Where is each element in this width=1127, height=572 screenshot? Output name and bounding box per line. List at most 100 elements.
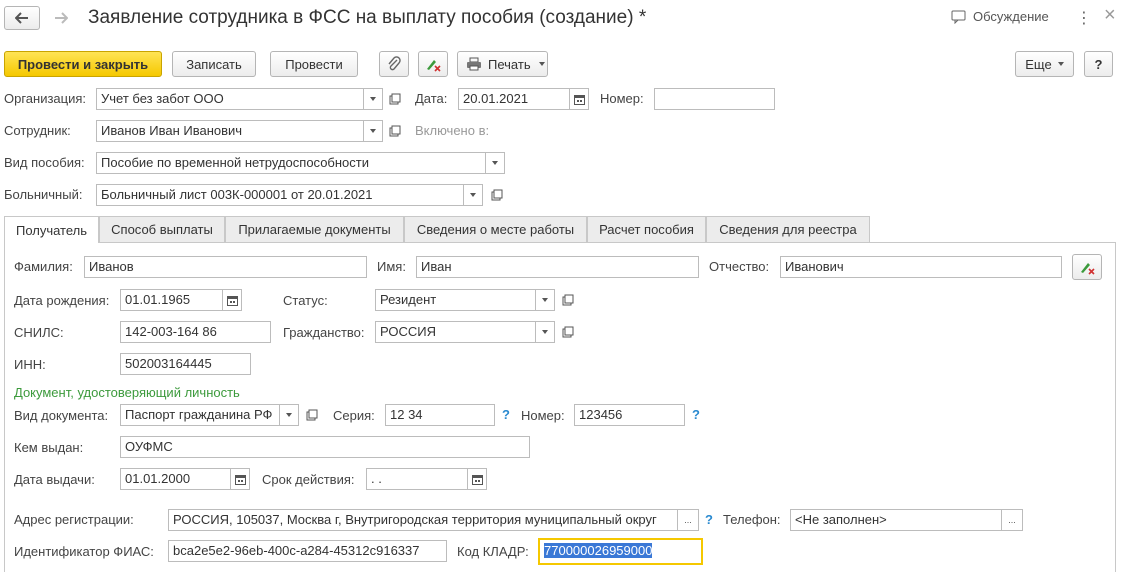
calendar-icon[interactable] xyxy=(467,468,487,490)
document-type-field[interactable]: Паспорт гражданина РФ xyxy=(120,404,280,426)
employee-label: Сотрудник: xyxy=(4,123,71,138)
phone-label: Телефон: xyxy=(723,512,781,527)
organization-dropdown-icon[interactable] xyxy=(363,88,383,110)
date-field[interactable]: 20.01.2021 xyxy=(458,88,570,110)
post-button[interactable]: Провести xyxy=(270,51,358,77)
employee-dropdown-icon[interactable] xyxy=(363,120,383,142)
pencil-clear-icon xyxy=(1081,263,1095,275)
status-label: Статус: xyxy=(283,293,328,308)
more-label: Еще xyxy=(1025,56,1052,72)
chevron-down-icon xyxy=(1057,62,1064,66)
first-name-field[interactable]: Иван xyxy=(416,256,699,278)
inn-field[interactable]: 502003164445 xyxy=(120,353,251,375)
citizenship-field[interactable]: РОССИЯ xyxy=(375,321,536,343)
series-help-icon[interactable]: ? xyxy=(502,407,510,422)
more-menu-icon[interactable]: ⋮ xyxy=(1076,8,1092,28)
patronymic-label: Отчество: xyxy=(709,259,770,274)
document-type-label: Вид документа: xyxy=(14,408,109,423)
sick-leave-label: Больничный: xyxy=(4,187,83,202)
arrow-left-icon xyxy=(15,12,28,24)
document-type-open-icon[interactable] xyxy=(303,404,321,426)
issued-by-label: Кем выдан: xyxy=(14,440,84,455)
validity-field[interactable]: . . xyxy=(366,468,468,490)
included-in-label: Включено в: xyxy=(415,123,490,138)
clear-edit-button[interactable] xyxy=(418,51,448,77)
status-open-icon[interactable] xyxy=(559,289,577,311)
document-type-dropdown-icon[interactable] xyxy=(279,404,299,426)
address-select-button[interactable]: ... xyxy=(677,509,699,531)
attach-button[interactable] xyxy=(379,51,409,77)
status-field[interactable]: Резидент xyxy=(375,289,536,311)
employee-field[interactable]: Иванов Иван Иванович xyxy=(96,120,364,142)
calendar-icon[interactable] xyxy=(569,88,589,110)
organization-open-icon[interactable] xyxy=(386,88,404,110)
back-button[interactable] xyxy=(4,6,40,30)
more-button[interactable]: Еще xyxy=(1015,51,1074,77)
fias-label: Идентификатор ФИАС: xyxy=(14,544,154,559)
tab-payment-method[interactable]: Способ выплаты xyxy=(99,216,225,242)
id-document-section-header: Документ, удостоверяющий личность xyxy=(14,385,240,400)
first-name-label: Имя: xyxy=(377,259,406,274)
calendar-icon[interactable] xyxy=(222,289,242,311)
issue-date-field[interactable]: 01.01.2000 xyxy=(120,468,231,490)
issued-by-field[interactable]: ОУФМС xyxy=(120,436,530,458)
snils-label: СНИЛС: xyxy=(14,325,64,340)
sick-leave-open-icon[interactable] xyxy=(488,184,506,206)
organization-label: Организация: xyxy=(4,91,87,106)
print-label: Печать xyxy=(488,56,531,72)
patronymic-field[interactable]: Иванович xyxy=(780,256,1062,278)
help-button[interactable]: ? xyxy=(1084,51,1113,77)
tab-workplace-info[interactable]: Сведения о месте работы xyxy=(404,216,587,242)
discussion-label: Обсуждение xyxy=(973,9,1049,24)
paperclip-icon xyxy=(388,56,401,71)
citizenship-label: Гражданство: xyxy=(283,325,365,340)
save-button[interactable]: Записать xyxy=(172,51,256,77)
doc-number-help-icon[interactable]: ? xyxy=(692,407,700,422)
validity-label: Срок действия: xyxy=(262,472,355,487)
citizenship-dropdown-icon[interactable] xyxy=(535,321,555,343)
chevron-down-icon xyxy=(538,62,545,66)
organization-field[interactable]: Учет без забот ООО xyxy=(96,88,364,110)
address-help-icon[interactable]: ? xyxy=(705,512,713,527)
phone-select-button[interactable]: ... xyxy=(1001,509,1023,531)
benefit-type-dropdown-icon[interactable] xyxy=(485,152,505,174)
issue-date-label: Дата выдачи: xyxy=(14,472,95,487)
tab-registry-info[interactable]: Сведения для реестра xyxy=(706,216,870,242)
employee-open-icon[interactable] xyxy=(386,120,404,142)
surname-label: Фамилия: xyxy=(14,259,73,274)
surname-field[interactable]: Иванов xyxy=(84,256,367,278)
pencil-clear-icon xyxy=(427,60,441,72)
series-label: Серия: xyxy=(333,408,375,423)
citizenship-open-icon[interactable] xyxy=(559,321,577,343)
sick-leave-dropdown-icon[interactable] xyxy=(463,184,483,206)
discussion-link[interactable]: Обсуждение xyxy=(951,9,1049,24)
forward-button[interactable] xyxy=(46,6,76,30)
doc-number-label: Номер: xyxy=(521,408,565,423)
birth-date-label: Дата рождения: xyxy=(14,293,110,308)
kladr-selected-text: 770000026959000 xyxy=(544,543,653,558)
address-field[interactable]: РОССИЯ, 105037, Москва г, Внутригородска… xyxy=(168,509,678,531)
tab-recipient[interactable]: Получатель xyxy=(4,216,99,243)
fias-field[interactable]: bca2e5e2-96eb-400c-a284-45312c916337 xyxy=(168,540,447,562)
kladr-label: Код КЛАДР: xyxy=(457,544,529,559)
snils-field[interactable]: 142-003-164 86 xyxy=(120,321,271,343)
print-button[interactable]: Печать xyxy=(457,51,548,77)
clear-recipient-button[interactable] xyxy=(1072,254,1102,280)
calendar-icon[interactable] xyxy=(230,468,250,490)
post-and-close-button[interactable]: Провести и закрыть xyxy=(4,51,162,77)
doc-number-field[interactable]: 123456 xyxy=(574,404,685,426)
benefit-type-field[interactable]: Пособие по временной нетрудоспособности xyxy=(96,152,486,174)
number-field[interactable] xyxy=(654,88,775,110)
tab-benefit-calculation[interactable]: Расчет пособия xyxy=(587,216,706,242)
sick-leave-field[interactable]: Больничный лист 003К-000001 от 20.01.202… xyxy=(96,184,464,206)
series-field[interactable]: 12 34 xyxy=(385,404,495,426)
printer-icon xyxy=(467,57,481,71)
status-dropdown-icon[interactable] xyxy=(535,289,555,311)
kladr-field[interactable]: 770000026959000 xyxy=(538,538,703,565)
close-icon[interactable]: × xyxy=(1104,4,1116,27)
chat-icon xyxy=(951,10,966,24)
form-title: Заявление сотрудника в ФСС на выплату по… xyxy=(88,7,647,28)
birth-date-field[interactable]: 01.01.1965 xyxy=(120,289,223,311)
tab-attached-documents[interactable]: Прилагаемые документы xyxy=(225,216,404,242)
phone-field[interactable]: <Не заполнен> xyxy=(790,509,1002,531)
